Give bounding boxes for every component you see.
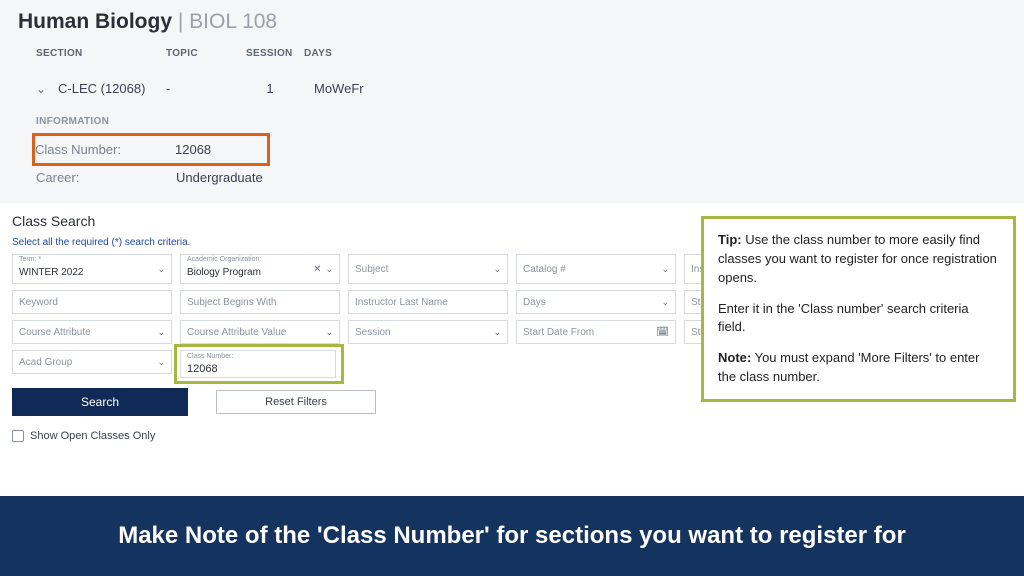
information-block: INFORMATION Class Number: 12068 Career: …	[18, 108, 1006, 195]
class-number-field-value: 12068	[187, 363, 218, 375]
chevron-down-icon[interactable]: ⌄	[36, 82, 48, 96]
chevron-down-icon: ⌄	[157, 264, 165, 275]
session-select[interactable]: Session⌄	[348, 320, 508, 344]
acad-group-select[interactable]: Acad Group⌄	[12, 350, 172, 374]
tip-text-3: You must expand 'More Filters' to enter …	[718, 350, 979, 384]
term-select[interactable]: Term: * WINTER 2022 ⌄	[12, 254, 172, 284]
class-number-value: 12068	[175, 142, 211, 157]
calendar-icon[interactable]: 🗓	[656, 327, 669, 338]
title-divider: |	[178, 10, 189, 33]
chevron-down-icon: ⌄	[325, 264, 333, 274]
section-row[interactable]: ⌄ C-LEC (12068) - 1 MoWeFr	[18, 69, 1006, 108]
chevron-down-icon: ⌄	[157, 327, 165, 338]
course-name: Human Biology	[18, 10, 172, 33]
acad-org-value: Biology Program	[187, 267, 261, 278]
term-label: Term: *	[19, 256, 41, 263]
clear-icon[interactable]: ✕	[313, 264, 321, 275]
tip-callout: Tip: Use the class number to more easily…	[701, 216, 1016, 402]
cell-topic: -	[166, 81, 246, 96]
cell-section: C-LEC (12068)	[58, 81, 166, 96]
acad-org-select[interactable]: Academic Organization: Biology Program ✕…	[180, 254, 340, 284]
information-heading: INFORMATION	[36, 116, 988, 127]
course-title: Human Biology | BIOL 108	[18, 10, 1006, 34]
class-number-highlight: Class Number: 12068	[32, 133, 270, 166]
catalog-input[interactable]: Catalog #⌄	[516, 254, 676, 284]
acad-org-label: Academic Organization:	[187, 256, 261, 263]
col-header-topic: TOPIC	[166, 48, 246, 59]
start-date-from-input[interactable]: Start Date From🗓	[516, 320, 676, 344]
tip-text-2: Enter it in the 'Class number' search cr…	[718, 300, 999, 338]
term-value: WINTER 2022	[19, 267, 83, 278]
instructor-lastname-input[interactable]: Instructor Last Name	[348, 290, 508, 314]
col-header-days: DAYS	[304, 48, 364, 59]
open-classes-label: Show Open Classes Only	[30, 430, 155, 442]
open-classes-check-row[interactable]: Show Open Classes Only	[12, 430, 1012, 442]
tip-text-1: Use the class number to more easily find…	[718, 232, 997, 285]
search-button[interactable]: Search	[12, 388, 188, 416]
col-header-section: SECTION	[36, 48, 166, 59]
course-attribute-value-select[interactable]: Course Attribute Value⌄	[180, 320, 340, 344]
career-label: Career:	[36, 170, 176, 185]
subject-select[interactable]: Subject⌄	[348, 254, 508, 284]
chevron-down-icon: ⌄	[157, 357, 165, 368]
chevron-down-icon: ⌄	[325, 327, 333, 338]
career-value: Undergraduate	[176, 170, 263, 185]
open-classes-checkbox[interactable]	[12, 430, 24, 442]
col-header-session: SESSION	[246, 48, 304, 59]
section-table-header: SECTION TOPIC SESSION DAYS	[18, 34, 1006, 69]
cell-days: MoWeFr	[314, 81, 374, 96]
instruction-banner: Make Note of the 'Class Number' for sect…	[0, 496, 1024, 576]
keyword-input[interactable]: Keyword	[12, 290, 172, 314]
class-number-field-label: Class Number:	[187, 353, 233, 360]
class-number-input[interactable]: Class Number: 12068	[180, 350, 336, 378]
tip-label: Tip:	[718, 232, 742, 247]
chevron-down-icon: ⌄	[493, 264, 501, 275]
course-code: BIOL 108	[189, 10, 277, 33]
note-label: Note:	[718, 350, 751, 365]
course-attribute-select[interactable]: Course Attribute⌄	[12, 320, 172, 344]
chevron-down-icon: ⌄	[493, 327, 501, 338]
days-select[interactable]: Days⌄	[516, 290, 676, 314]
subject-begins-input[interactable]: Subject Begins With	[180, 290, 340, 314]
course-header-panel: Human Biology | BIOL 108 SECTION TOPIC S…	[0, 0, 1024, 203]
chevron-down-icon: ⌄	[661, 297, 669, 308]
reset-filters-button[interactable]: Reset Filters	[216, 390, 376, 414]
cell-session: 1	[246, 81, 294, 96]
class-number-label: Class Number:	[35, 142, 175, 157]
chevron-down-icon: ⌄	[661, 264, 669, 275]
